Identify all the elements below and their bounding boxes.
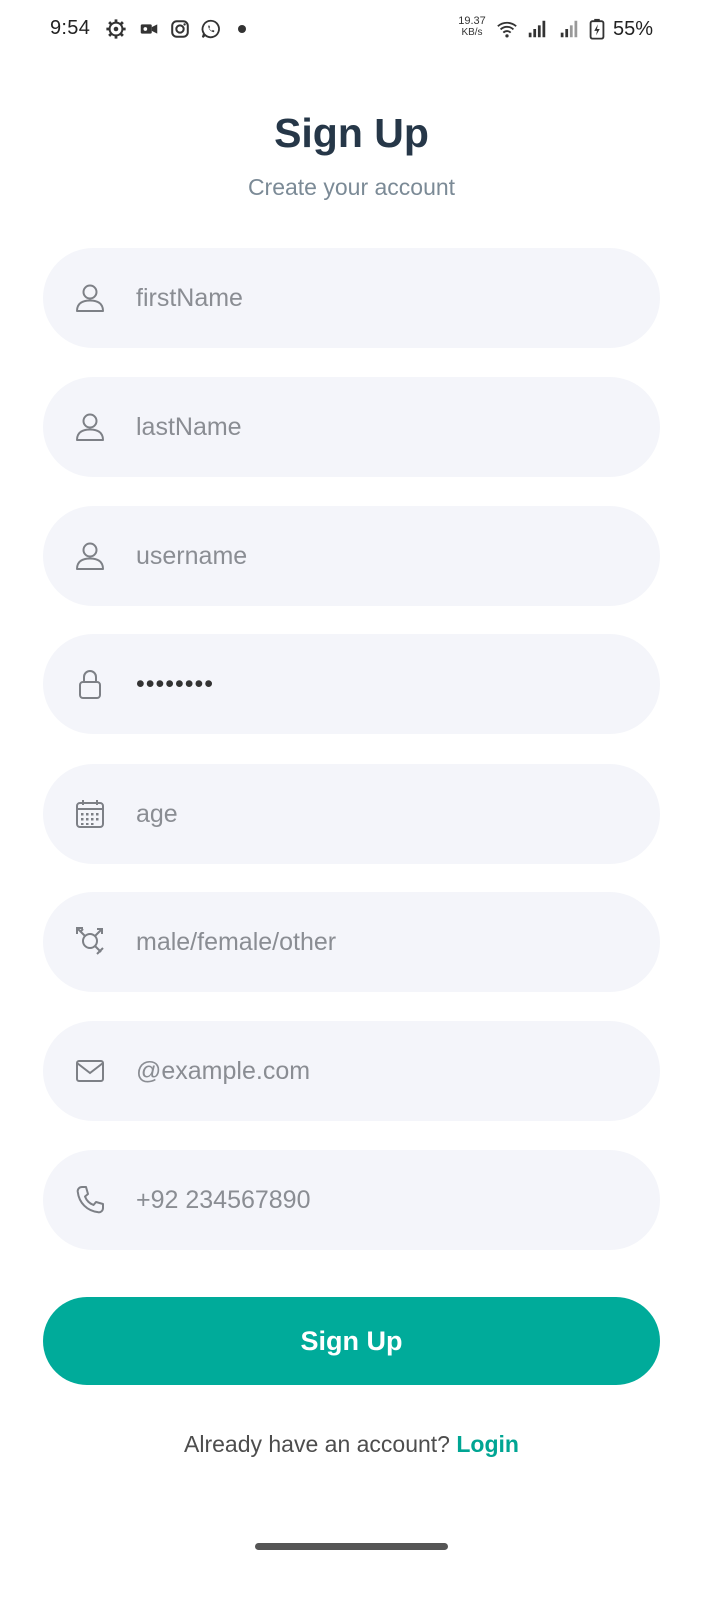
login-link[interactable]: Login [456, 1431, 519, 1457]
wifi-icon [497, 21, 517, 38]
page-title: Sign Up [274, 110, 429, 156]
lock-icon [79, 670, 101, 699]
gender-input[interactable] [136, 892, 636, 992]
age-field[interactable] [43, 764, 660, 864]
home-indicator[interactable] [255, 1543, 448, 1550]
network-speed: 19.37 KB/s [452, 15, 492, 39]
page-subtitle: Create your account [247, 174, 456, 200]
email-field[interactable] [43, 1021, 660, 1121]
last-name-field[interactable] [43, 377, 660, 477]
signal-icon [528, 20, 546, 38]
sign-up-button[interactable]: Sign Up [43, 1297, 660, 1385]
network-speed-unit: KB/s [461, 27, 483, 38]
first-name-input[interactable] [136, 248, 636, 348]
phone-field[interactable] [43, 1150, 660, 1250]
person-icon [76, 413, 104, 441]
instagram-icon [171, 20, 189, 38]
login-prompt: Already have an account? Login [0, 1431, 703, 1458]
last-name-input[interactable] [136, 377, 636, 477]
network-speed-value: 19.37 [458, 15, 486, 27]
person-icon [76, 542, 104, 570]
battery-percent: 55% [613, 18, 654, 40]
gender-icon [76, 927, 104, 955]
username-field[interactable] [43, 506, 660, 606]
gender-field[interactable] [43, 892, 660, 992]
email-input[interactable] [136, 1021, 636, 1121]
envelope-icon [76, 1060, 104, 1082]
first-name-field[interactable] [43, 248, 660, 348]
battery-charging-icon [589, 18, 605, 40]
person-icon [76, 284, 104, 312]
calendar-icon [76, 800, 104, 828]
username-input[interactable] [136, 506, 636, 606]
whatsapp-icon [201, 19, 220, 39]
signal-icon [560, 20, 578, 38]
phone-icon [76, 1186, 104, 1214]
notification-dot [238, 25, 246, 33]
age-input[interactable] [136, 764, 636, 864]
settings-gear-icon [106, 19, 126, 39]
password-field[interactable] [43, 634, 660, 734]
clock: 9:54 [50, 17, 91, 39]
phone-input[interactable] [136, 1150, 636, 1250]
status-bar: 9:54 19.37 KB/s 55% [0, 0, 717, 60]
login-prompt-text: Already have an account? [184, 1431, 450, 1457]
password-input[interactable] [136, 634, 636, 734]
video-camera-icon [140, 24, 158, 34]
